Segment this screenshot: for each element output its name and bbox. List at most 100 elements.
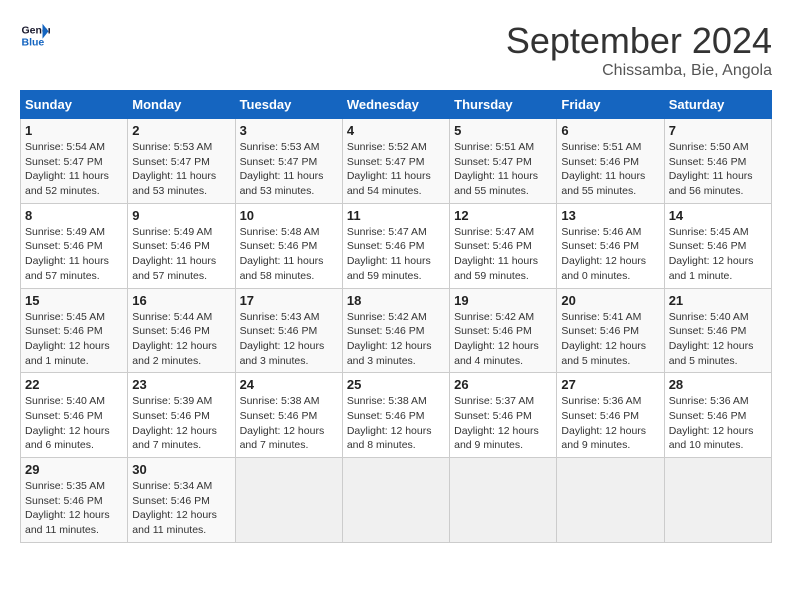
- header-sunday: Sunday: [21, 91, 128, 119]
- calendar-cell: 3 Sunrise: 5:53 AM Sunset: 5:47 PM Dayli…: [235, 119, 342, 204]
- day-info: Sunrise: 5:38 AM Sunset: 5:46 PM Dayligh…: [347, 394, 445, 453]
- header-thursday: Thursday: [450, 91, 557, 119]
- day-number: 16: [132, 293, 230, 308]
- day-number: 29: [25, 462, 123, 477]
- day-number: 13: [561, 208, 659, 223]
- calendar-cell: 14 Sunrise: 5:45 AM Sunset: 5:46 PM Dayl…: [664, 203, 771, 288]
- calendar-cell: 6 Sunrise: 5:51 AM Sunset: 5:46 PM Dayli…: [557, 119, 664, 204]
- day-info: Sunrise: 5:51 AM Sunset: 5:47 PM Dayligh…: [454, 140, 552, 199]
- svg-text:Blue: Blue: [22, 37, 45, 49]
- day-number: 24: [240, 377, 338, 392]
- day-info: Sunrise: 5:36 AM Sunset: 5:46 PM Dayligh…: [561, 394, 659, 453]
- day-number: 23: [132, 377, 230, 392]
- day-number: 10: [240, 208, 338, 223]
- day-info: Sunrise: 5:40 AM Sunset: 5:46 PM Dayligh…: [669, 310, 767, 369]
- day-number: 27: [561, 377, 659, 392]
- day-number: 5: [454, 123, 552, 138]
- calendar-week-row: 29 Sunrise: 5:35 AM Sunset: 5:46 PM Dayl…: [21, 458, 772, 543]
- calendar-cell: 10 Sunrise: 5:48 AM Sunset: 5:46 PM Dayl…: [235, 203, 342, 288]
- day-info: Sunrise: 5:53 AM Sunset: 5:47 PM Dayligh…: [240, 140, 338, 199]
- header-saturday: Saturday: [664, 91, 771, 119]
- calendar-week-row: 8 Sunrise: 5:49 AM Sunset: 5:46 PM Dayli…: [21, 203, 772, 288]
- page-header: General Blue September 2024 Chissamba, B…: [20, 20, 772, 80]
- calendar-cell: 1 Sunrise: 5:54 AM Sunset: 5:47 PM Dayli…: [21, 119, 128, 204]
- day-number: 25: [347, 377, 445, 392]
- header-tuesday: Tuesday: [235, 91, 342, 119]
- day-info: Sunrise: 5:48 AM Sunset: 5:46 PM Dayligh…: [240, 225, 338, 284]
- title-section: September 2024 Chissamba, Bie, Angola: [506, 20, 772, 80]
- calendar-week-row: 15 Sunrise: 5:45 AM Sunset: 5:46 PM Dayl…: [21, 288, 772, 373]
- day-number: 3: [240, 123, 338, 138]
- calendar-cell: 5 Sunrise: 5:51 AM Sunset: 5:47 PM Dayli…: [450, 119, 557, 204]
- day-info: Sunrise: 5:37 AM Sunset: 5:46 PM Dayligh…: [454, 394, 552, 453]
- day-info: Sunrise: 5:45 AM Sunset: 5:46 PM Dayligh…: [25, 310, 123, 369]
- calendar-cell: 8 Sunrise: 5:49 AM Sunset: 5:46 PM Dayli…: [21, 203, 128, 288]
- day-info: Sunrise: 5:35 AM Sunset: 5:46 PM Dayligh…: [25, 479, 123, 538]
- header-wednesday: Wednesday: [342, 91, 449, 119]
- logo: General Blue: [20, 20, 52, 50]
- day-info: Sunrise: 5:34 AM Sunset: 5:46 PM Dayligh…: [132, 479, 230, 538]
- day-number: 14: [669, 208, 767, 223]
- calendar-cell: 25 Sunrise: 5:38 AM Sunset: 5:46 PM Dayl…: [342, 373, 449, 458]
- calendar-cell: 13 Sunrise: 5:46 AM Sunset: 5:46 PM Dayl…: [557, 203, 664, 288]
- weekday-header-row: Sunday Monday Tuesday Wednesday Thursday…: [21, 91, 772, 119]
- day-info: Sunrise: 5:43 AM Sunset: 5:46 PM Dayligh…: [240, 310, 338, 369]
- calendar-cell: 28 Sunrise: 5:36 AM Sunset: 5:46 PM Dayl…: [664, 373, 771, 458]
- day-number: 22: [25, 377, 123, 392]
- day-number: 9: [132, 208, 230, 223]
- day-number: 17: [240, 293, 338, 308]
- day-info: Sunrise: 5:45 AM Sunset: 5:46 PM Dayligh…: [669, 225, 767, 284]
- day-info: Sunrise: 5:49 AM Sunset: 5:46 PM Dayligh…: [132, 225, 230, 284]
- day-number: 26: [454, 377, 552, 392]
- day-number: 20: [561, 293, 659, 308]
- calendar-cell: [557, 458, 664, 543]
- calendar-cell: 30 Sunrise: 5:34 AM Sunset: 5:46 PM Dayl…: [128, 458, 235, 543]
- calendar-cell: [235, 458, 342, 543]
- day-number: 21: [669, 293, 767, 308]
- day-info: Sunrise: 5:50 AM Sunset: 5:46 PM Dayligh…: [669, 140, 767, 199]
- day-info: Sunrise: 5:44 AM Sunset: 5:46 PM Dayligh…: [132, 310, 230, 369]
- day-number: 30: [132, 462, 230, 477]
- calendar-cell: 22 Sunrise: 5:40 AM Sunset: 5:46 PM Dayl…: [21, 373, 128, 458]
- calendar-table: Sunday Monday Tuesday Wednesday Thursday…: [20, 90, 772, 543]
- day-info: Sunrise: 5:46 AM Sunset: 5:46 PM Dayligh…: [561, 225, 659, 284]
- day-info: Sunrise: 5:49 AM Sunset: 5:46 PM Dayligh…: [25, 225, 123, 284]
- day-info: Sunrise: 5:38 AM Sunset: 5:46 PM Dayligh…: [240, 394, 338, 453]
- day-number: 18: [347, 293, 445, 308]
- day-number: 4: [347, 123, 445, 138]
- month-title: September 2024: [506, 20, 772, 62]
- header-friday: Friday: [557, 91, 664, 119]
- calendar-cell: 26 Sunrise: 5:37 AM Sunset: 5:46 PM Dayl…: [450, 373, 557, 458]
- day-info: Sunrise: 5:42 AM Sunset: 5:46 PM Dayligh…: [454, 310, 552, 369]
- calendar-cell: 29 Sunrise: 5:35 AM Sunset: 5:46 PM Dayl…: [21, 458, 128, 543]
- day-number: 1: [25, 123, 123, 138]
- calendar-week-row: 22 Sunrise: 5:40 AM Sunset: 5:46 PM Dayl…: [21, 373, 772, 458]
- day-info: Sunrise: 5:51 AM Sunset: 5:46 PM Dayligh…: [561, 140, 659, 199]
- calendar-cell: 23 Sunrise: 5:39 AM Sunset: 5:46 PM Dayl…: [128, 373, 235, 458]
- day-number: 8: [25, 208, 123, 223]
- calendar-cell: 15 Sunrise: 5:45 AM Sunset: 5:46 PM Dayl…: [21, 288, 128, 373]
- calendar-cell: 9 Sunrise: 5:49 AM Sunset: 5:46 PM Dayli…: [128, 203, 235, 288]
- day-info: Sunrise: 5:41 AM Sunset: 5:46 PM Dayligh…: [561, 310, 659, 369]
- calendar-cell: [342, 458, 449, 543]
- day-number: 7: [669, 123, 767, 138]
- day-info: Sunrise: 5:47 AM Sunset: 5:46 PM Dayligh…: [347, 225, 445, 284]
- day-number: 12: [454, 208, 552, 223]
- day-info: Sunrise: 5:54 AM Sunset: 5:47 PM Dayligh…: [25, 140, 123, 199]
- day-info: Sunrise: 5:39 AM Sunset: 5:46 PM Dayligh…: [132, 394, 230, 453]
- calendar-cell: 20 Sunrise: 5:41 AM Sunset: 5:46 PM Dayl…: [557, 288, 664, 373]
- calendar-cell: 24 Sunrise: 5:38 AM Sunset: 5:46 PM Dayl…: [235, 373, 342, 458]
- calendar-cell: 11 Sunrise: 5:47 AM Sunset: 5:46 PM Dayl…: [342, 203, 449, 288]
- calendar-week-row: 1 Sunrise: 5:54 AM Sunset: 5:47 PM Dayli…: [21, 119, 772, 204]
- day-number: 2: [132, 123, 230, 138]
- calendar-cell: [450, 458, 557, 543]
- calendar-cell: 7 Sunrise: 5:50 AM Sunset: 5:46 PM Dayli…: [664, 119, 771, 204]
- day-number: 15: [25, 293, 123, 308]
- calendar-cell: 4 Sunrise: 5:52 AM Sunset: 5:47 PM Dayli…: [342, 119, 449, 204]
- calendar-cell: 16 Sunrise: 5:44 AM Sunset: 5:46 PM Dayl…: [128, 288, 235, 373]
- day-info: Sunrise: 5:36 AM Sunset: 5:46 PM Dayligh…: [669, 394, 767, 453]
- calendar-cell: 17 Sunrise: 5:43 AM Sunset: 5:46 PM Dayl…: [235, 288, 342, 373]
- calendar-cell: [664, 458, 771, 543]
- calendar-cell: 12 Sunrise: 5:47 AM Sunset: 5:46 PM Dayl…: [450, 203, 557, 288]
- day-info: Sunrise: 5:40 AM Sunset: 5:46 PM Dayligh…: [25, 394, 123, 453]
